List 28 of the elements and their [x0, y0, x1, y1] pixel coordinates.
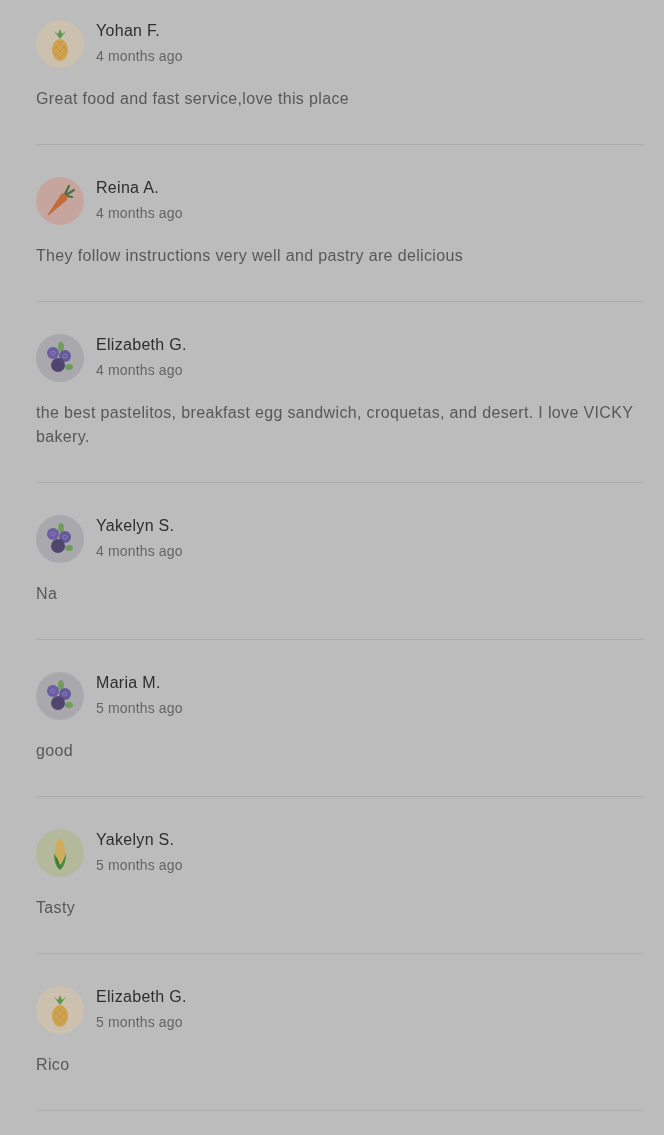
review-text: Rico — [36, 1055, 71, 1075]
reviewer-name: Yakelyn S. — [96, 830, 175, 850]
blueberries-icon — [36, 515, 84, 563]
blueberries-icon — [36, 672, 84, 720]
reviewer-name: Elizabeth G. — [96, 335, 187, 355]
reviewer-name: Maria M. — [96, 673, 161, 693]
review-text: Na — [36, 584, 59, 604]
review-time: 5 months ago — [96, 856, 183, 874]
review-time: 4 months ago — [96, 361, 183, 379]
review-time: 4 months ago — [96, 47, 183, 65]
review-text: They follow instructions very well and pastry are delicious — [36, 246, 465, 266]
corn-icon — [36, 829, 84, 877]
carrot-icon — [36, 177, 84, 225]
reviewer-name: Reina A. — [96, 178, 159, 198]
review-text: Great food and fast service,love this place — [36, 89, 350, 109]
reviewer-name: Yakelyn S. — [96, 516, 175, 536]
review-time: 5 months ago — [96, 1013, 183, 1031]
reviewer-name: Yohan F. — [96, 21, 161, 41]
review-time: 4 months ago — [96, 542, 183, 560]
reviewer-name: Elizabeth G. — [96, 987, 187, 1007]
review-time: 4 months ago — [96, 204, 183, 222]
pineapple-icon — [36, 986, 84, 1034]
review-text: Tasty — [36, 898, 77, 918]
review-text: good — [36, 741, 74, 761]
review-text: the best pastelitos, breakfast egg sandwich, croquetas, and desert. I love VICKY bakery. — [36, 403, 634, 447]
review-time: 5 months ago — [96, 699, 183, 717]
pineapple-icon — [36, 20, 84, 68]
blueberries-icon — [36, 334, 84, 382]
